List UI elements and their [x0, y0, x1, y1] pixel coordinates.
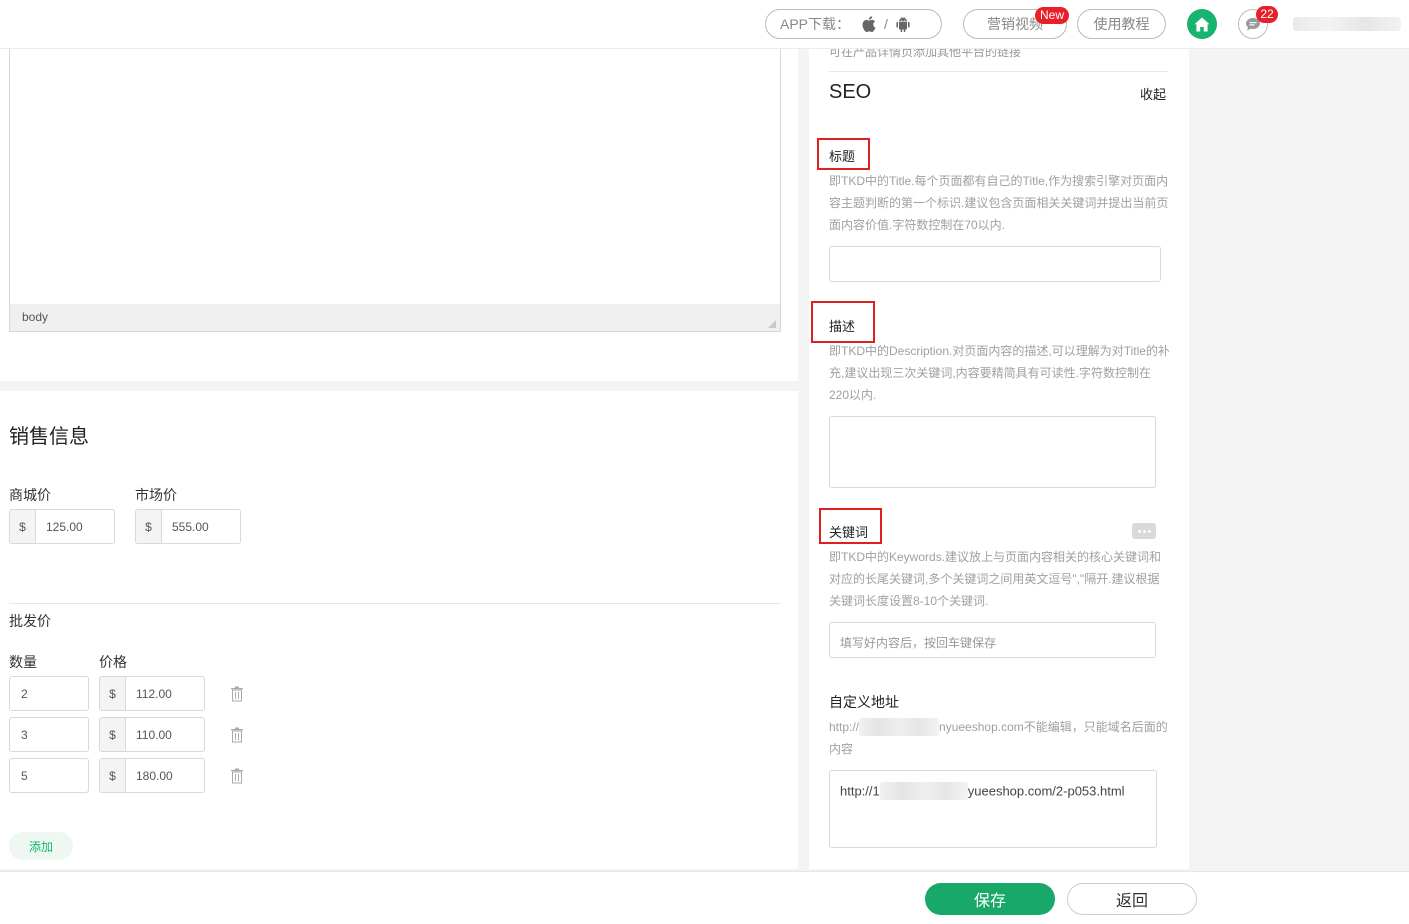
app-download-button[interactable]: APP下载： / — [765, 9, 942, 39]
home-icon — [1194, 17, 1210, 31]
wholesale-qty-input[interactable]: 5 — [9, 758, 89, 793]
price-header: 价格 — [99, 654, 127, 670]
wholesale-price-value[interactable]: 180.00 — [126, 759, 204, 792]
rich-text-editor[interactable] — [9, 49, 781, 332]
seo-description-help: 即TKD中的Description.对页面内容的描述,可以理解为对Title的补… — [829, 344, 1170, 402]
wholesale-price-input[interactable]: $ 112.00 — [99, 676, 205, 711]
custom-url-value-prefix: http://1 — [840, 783, 880, 799]
divider — [829, 71, 1168, 72]
apple-icon[interactable] — [862, 16, 876, 32]
wholesale-qty-input[interactable]: 3 — [9, 717, 89, 752]
sales-info-card: 销售信息 商城价 市场价 $ 125.00 $ 555.00 批发价 数量 价格… — [0, 391, 798, 869]
seo-title-help: 即TKD中的Title.每个页面都有自己的Title,作为搜索引擎对页面内容主题… — [829, 174, 1169, 232]
resize-handle-icon[interactable] — [768, 320, 776, 328]
seo-title-label: 标题 — [829, 149, 856, 164]
home-button[interactable] — [1187, 9, 1217, 39]
seo-section-title: SEO — [829, 81, 872, 103]
seo-keywords-help: 即TKD中的Keywords.建议放上与页面内容相关的核心关键词和对应的长尾关键… — [829, 550, 1162, 608]
currency-symbol: $ — [136, 510, 162, 543]
android-icon[interactable] — [896, 16, 910, 32]
quantity-header: 数量 — [9, 654, 37, 670]
trash-icon[interactable] — [230, 768, 244, 784]
tutorial-button[interactable]: 使用教程 — [1077, 9, 1166, 39]
mall-price-value[interactable]: 125.00 — [36, 510, 114, 543]
blurred-domain — [879, 782, 968, 800]
wholesale-qty-input[interactable]: 2 — [9, 676, 89, 711]
action-bar: 保存 返回 — [0, 871, 1409, 924]
seo-panel: 可在产品详情页添加其他平台的链接 SEO 收起 标题 即TKD中的Title.每… — [809, 45, 1189, 869]
custom-url-label: 自定义地址 — [829, 694, 899, 710]
sales-section-title: 销售信息 — [9, 426, 89, 448]
back-button[interactable]: 返回 — [1067, 883, 1197, 915]
editor-status-bar: body — [9, 304, 781, 332]
seo-keywords-input[interactable]: 填写好内容后，按回车键保存 — [829, 622, 1156, 658]
currency-symbol: $ — [100, 759, 126, 792]
add-wholesale-button[interactable]: 添加 — [9, 832, 73, 860]
message-count-badge: 22 — [1256, 6, 1278, 23]
top-bar: APP下载： / 营销视频 New 使用教程 22 — [0, 0, 1409, 49]
collapse-link[interactable]: 收起 — [1140, 84, 1166, 103]
wholesale-price-input[interactable]: $ 180.00 — [99, 758, 205, 793]
seo-title-input[interactable] — [829, 246, 1161, 282]
more-options-icon[interactable] — [1132, 523, 1156, 539]
mall-price-label: 商城价 — [9, 487, 51, 503]
seo-keywords-label: 关键词 — [829, 525, 869, 540]
seo-description-textarea[interactable] — [829, 416, 1156, 488]
market-price-input[interactable]: $ 555.00 — [135, 509, 241, 544]
wholesale-price-value[interactable]: 110.00 — [126, 718, 204, 751]
trash-icon[interactable] — [230, 686, 244, 702]
editor-element-path[interactable]: body — [22, 310, 48, 324]
tutorial-label: 使用教程 — [1093, 16, 1150, 32]
seo-description-label: 描述 — [829, 319, 856, 334]
market-price-value[interactable]: 555.00 — [162, 510, 240, 543]
currency-symbol: $ — [10, 510, 36, 543]
save-button[interactable]: 保存 — [925, 883, 1055, 915]
wholesale-price-label: 批发价 — [9, 613, 51, 629]
custom-url-help: http://nyueeshop.com不能编辑，只能域名后面的内容 — [829, 716, 1171, 760]
app-separator: / — [884, 16, 888, 32]
wholesale-price-input[interactable]: $ 110.00 — [99, 717, 205, 752]
new-badge: New — [1035, 7, 1070, 24]
editor-card: body — [0, 49, 798, 381]
market-price-label: 市场价 — [135, 487, 177, 503]
mall-price-input[interactable]: $ 125.00 — [9, 509, 115, 544]
product-main-column: body 销售信息 商城价 市场价 $ 125.00 $ 555.00 批发价 … — [0, 49, 798, 869]
currency-symbol: $ — [100, 718, 126, 751]
wholesale-price-value[interactable]: 112.00 — [126, 677, 204, 710]
custom-url-value-suffix: yueeshop.com/2-p053.html — [967, 783, 1125, 799]
trash-icon[interactable] — [230, 727, 244, 743]
custom-url-textarea[interactable]: http://1 yueeshop.com/2-p053.html — [829, 770, 1157, 848]
custom-url-help-prefix: http:// — [829, 720, 860, 734]
currency-symbol: $ — [100, 677, 126, 710]
user-account-name[interactable] — [1293, 17, 1401, 31]
blurred-domain — [859, 717, 940, 736]
app-download-label: APP下载： — [780, 16, 851, 32]
divider — [9, 603, 781, 604]
